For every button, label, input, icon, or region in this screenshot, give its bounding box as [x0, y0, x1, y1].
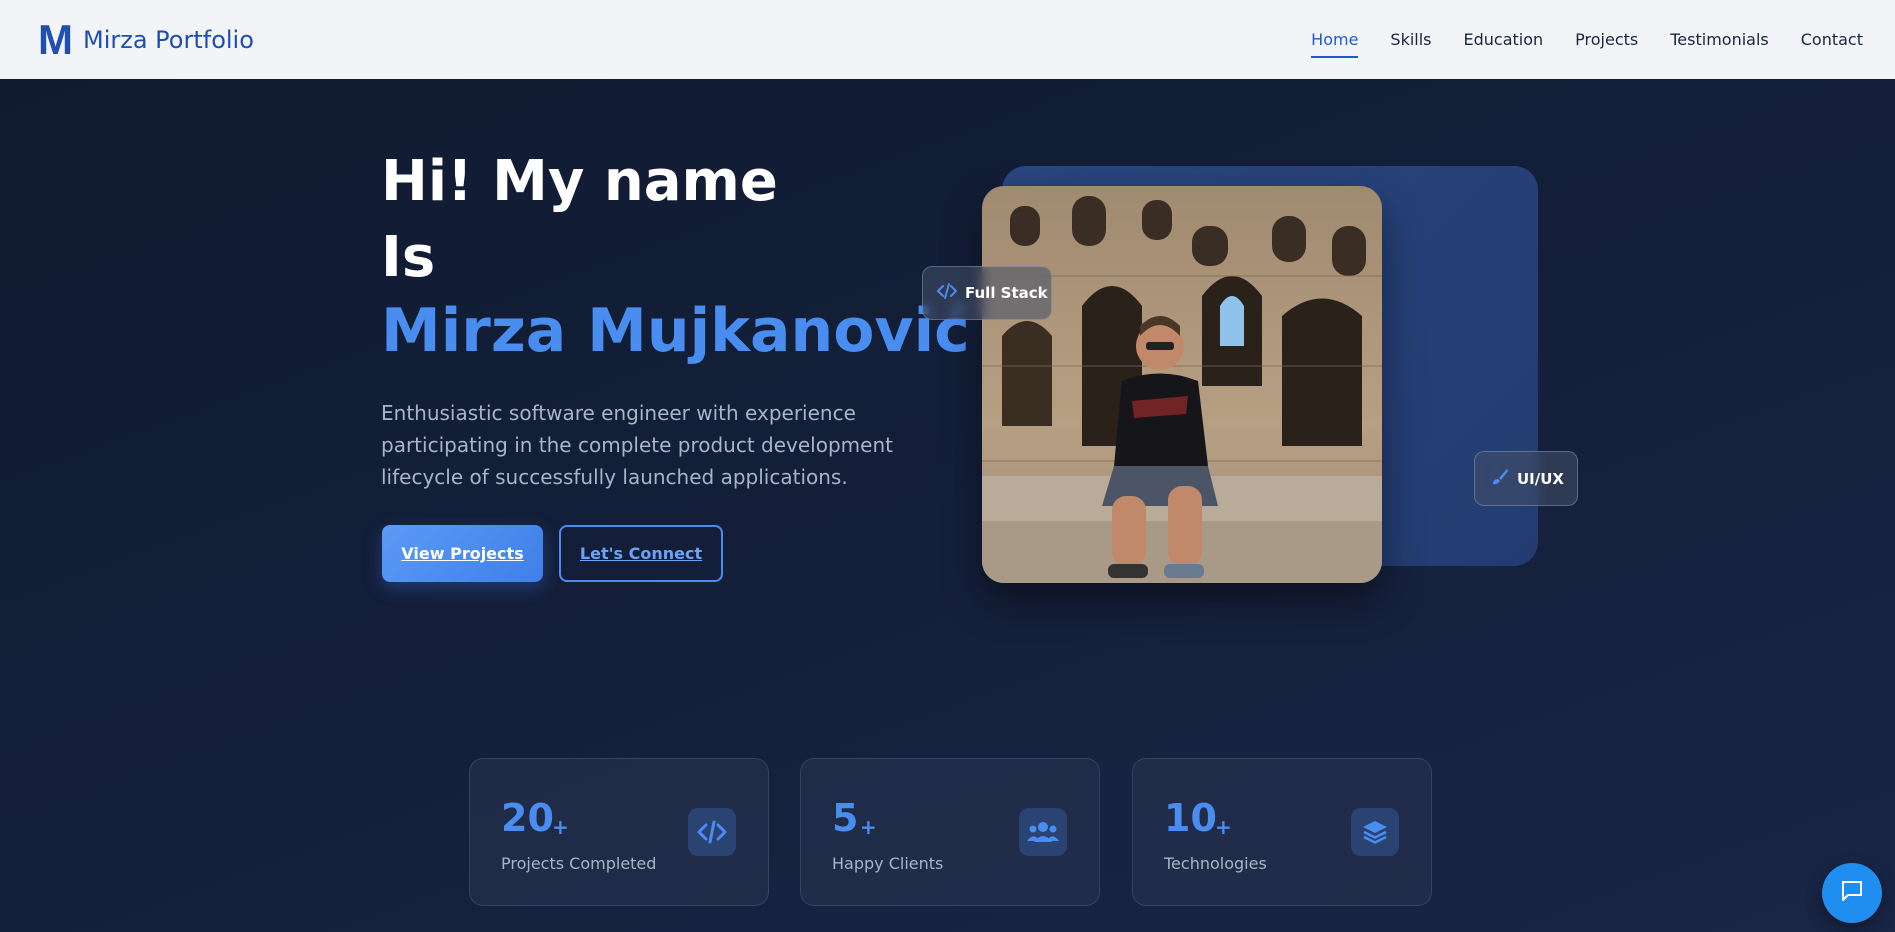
fullstack-badge: Full Stack	[922, 266, 1052, 320]
chat-icon	[1840, 879, 1864, 907]
fullstack-badge-label: Full Stack	[965, 284, 1048, 302]
hero-description: Enthusiastic software engineer with expe…	[381, 401, 893, 489]
brand-logo: M	[38, 15, 73, 63]
stat-card-projects: 20 + Projects Completed	[469, 758, 769, 906]
hero-title-line1: Hi! My name	[381, 149, 778, 214]
nav-link-home[interactable]: Home	[1311, 24, 1359, 58]
stat-value: 20	[501, 796, 554, 840]
chat-button[interactable]	[1822, 863, 1882, 923]
stat-value: 5	[832, 796, 859, 840]
navbar: M Mirza Portfolio Home Skills Education …	[0, 0, 1895, 79]
view-projects-button[interactable]: View Projects	[382, 525, 543, 582]
nav-link-testimonials[interactable]: Testimonials	[1670, 24, 1769, 55]
users-icon	[1019, 808, 1067, 856]
stat-label: Technologies	[1164, 854, 1267, 873]
code-icon	[688, 808, 736, 856]
nav-links: Home Skills Education Projects Testimoni…	[1311, 24, 1863, 58]
hero-name: Mirza Mujkanović	[381, 296, 970, 366]
code-icon	[937, 283, 957, 303]
uiux-badge-label: UI/UX	[1517, 469, 1564, 488]
hero-title-line2: Is	[381, 225, 436, 290]
stat-card-clients: 5 + Happy Clients	[800, 758, 1100, 906]
brand-name: Mirza Portfolio	[83, 25, 254, 54]
nav-link-contact[interactable]: Contact	[1801, 24, 1863, 55]
lets-connect-button[interactable]: Let's Connect	[559, 525, 723, 582]
nav-link-education[interactable]: Education	[1464, 24, 1544, 55]
profile-photo	[982, 186, 1382, 583]
stat-label: Projects Completed	[501, 854, 657, 873]
stat-value: 10	[1164, 796, 1217, 840]
stat-suffix: +	[552, 815, 569, 839]
nav-link-skills[interactable]: Skills	[1390, 24, 1431, 55]
nav-link-projects[interactable]: Projects	[1575, 24, 1638, 55]
layers-icon	[1351, 808, 1399, 856]
uiux-badge: UI/UX	[1474, 451, 1578, 506]
stat-suffix: +	[860, 815, 877, 839]
hero-title: Hi! My name Is	[381, 144, 778, 296]
brand[interactable]: M Mirza Portfolio	[38, 15, 254, 63]
stat-suffix: +	[1215, 815, 1232, 839]
stat-label: Happy Clients	[832, 854, 944, 873]
stat-card-technologies: 10 + Technologies	[1132, 758, 1432, 906]
brush-icon	[1491, 468, 1509, 490]
